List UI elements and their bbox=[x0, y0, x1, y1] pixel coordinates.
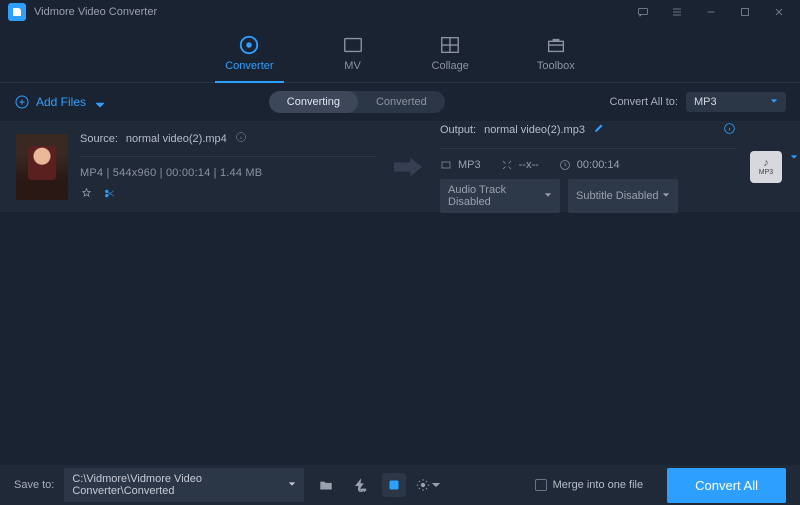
convert-all-to-label: Convert All to: bbox=[610, 96, 678, 108]
chevron-down-icon bbox=[432, 478, 440, 492]
maximize-icon[interactable] bbox=[732, 3, 758, 21]
tab-mv-label: MV bbox=[344, 60, 361, 72]
checkbox-icon bbox=[535, 479, 547, 491]
app-title: Vidmore Video Converter bbox=[34, 6, 630, 18]
audio-track-select[interactable]: Audio Track Disabled bbox=[440, 179, 560, 213]
info-icon[interactable] bbox=[235, 131, 247, 146]
minimize-icon[interactable] bbox=[698, 3, 724, 21]
divider bbox=[80, 156, 376, 157]
open-folder-icon[interactable] bbox=[314, 473, 338, 497]
converting-converted-tabs: Converting Converted bbox=[269, 91, 445, 113]
output-format-value: MP3 bbox=[694, 96, 717, 108]
output-info-icon[interactable] bbox=[723, 122, 736, 138]
main-tabs: Converter MV Collage Toolbox bbox=[0, 24, 800, 83]
chevron-down-icon bbox=[96, 98, 104, 106]
save-to-label: Save to: bbox=[14, 479, 54, 491]
video-thumbnail[interactable] bbox=[16, 134, 68, 200]
chevron-down-icon bbox=[288, 479, 296, 491]
trim-icon[interactable] bbox=[103, 187, 116, 203]
seg-converting[interactable]: Converting bbox=[269, 91, 358, 113]
app-logo-icon bbox=[8, 3, 26, 21]
output-duration: 00:00:14 bbox=[577, 159, 620, 171]
chevron-down-icon bbox=[770, 96, 778, 108]
seg-converted[interactable]: Converted bbox=[358, 91, 445, 113]
settings-icon[interactable] bbox=[416, 473, 440, 497]
chevron-down-icon bbox=[544, 190, 552, 202]
source-meta: MP4 | 544x960 | 00:00:14 | 1.44 MB bbox=[80, 167, 376, 179]
add-files-label: Add Files bbox=[36, 95, 86, 109]
divider bbox=[440, 148, 736, 149]
edit-effects-icon[interactable] bbox=[80, 187, 93, 203]
output-column: Output: normal video(2).mp3 MP3 --x-- 00… bbox=[440, 122, 736, 213]
tab-mv[interactable]: MV bbox=[332, 32, 374, 82]
audio-track-value: Audio Track Disabled bbox=[448, 184, 544, 208]
tab-toolbox-label: Toolbox bbox=[537, 60, 575, 72]
merge-checkbox[interactable]: Merge into one file bbox=[535, 479, 644, 491]
tab-collage-label: Collage bbox=[432, 60, 469, 72]
file-row: Source: normal video(2).mp4 MP4 | 544x96… bbox=[0, 122, 800, 212]
tab-converter-label: Converter bbox=[225, 60, 273, 72]
empty-area bbox=[0, 212, 800, 472]
tab-converter[interactable]: Converter bbox=[215, 32, 283, 82]
output-format-badge[interactable]: MP3 bbox=[748, 151, 784, 183]
tab-collage[interactable]: Collage bbox=[422, 32, 479, 82]
source-filename: normal video(2).mp4 bbox=[126, 133, 227, 145]
output-format: MP3 bbox=[458, 159, 481, 171]
save-path-select[interactable]: C:\Vidmore\Vidmore Video Converter\Conve… bbox=[64, 468, 304, 502]
format-badge-label: MP3 bbox=[759, 169, 773, 176]
tab-toolbox[interactable]: Toolbox bbox=[527, 32, 585, 82]
output-resolution: --x-- bbox=[519, 159, 539, 171]
output-format-select[interactable]: MP3 bbox=[686, 92, 786, 112]
rename-icon[interactable] bbox=[593, 122, 605, 137]
feedback-icon[interactable] bbox=[630, 3, 656, 21]
source-label: Source: bbox=[80, 133, 118, 145]
add-files-button[interactable]: Add Files bbox=[14, 94, 104, 110]
gpu-accel-icon[interactable] bbox=[382, 473, 406, 497]
speed-off-icon[interactable]: OFF bbox=[348, 473, 372, 497]
source-column: Source: normal video(2).mp4 MP4 | 544x96… bbox=[80, 131, 376, 203]
convert-all-button[interactable]: Convert All bbox=[667, 468, 786, 503]
subtitle-value: Subtitle Disabled bbox=[576, 190, 659, 202]
menu-icon[interactable] bbox=[664, 3, 690, 21]
toolbar: Add Files Converting Converted Convert A… bbox=[0, 83, 800, 122]
close-icon[interactable] bbox=[766, 3, 792, 21]
svg-text:OFF: OFF bbox=[359, 488, 366, 492]
title-bar: Vidmore Video Converter bbox=[0, 0, 800, 24]
chevron-down-icon bbox=[790, 153, 798, 163]
bottom-bar: Save to: C:\Vidmore\Vidmore Video Conver… bbox=[0, 465, 800, 505]
merge-label: Merge into one file bbox=[553, 479, 644, 491]
save-path-value: C:\Vidmore\Vidmore Video Converter\Conve… bbox=[72, 473, 288, 497]
subtitle-select[interactable]: Subtitle Disabled bbox=[568, 179, 678, 213]
output-label: Output: bbox=[440, 124, 476, 136]
output-filename: normal video(2).mp3 bbox=[484, 124, 585, 136]
chevron-down-icon bbox=[662, 190, 670, 202]
arrow-icon bbox=[388, 157, 428, 177]
